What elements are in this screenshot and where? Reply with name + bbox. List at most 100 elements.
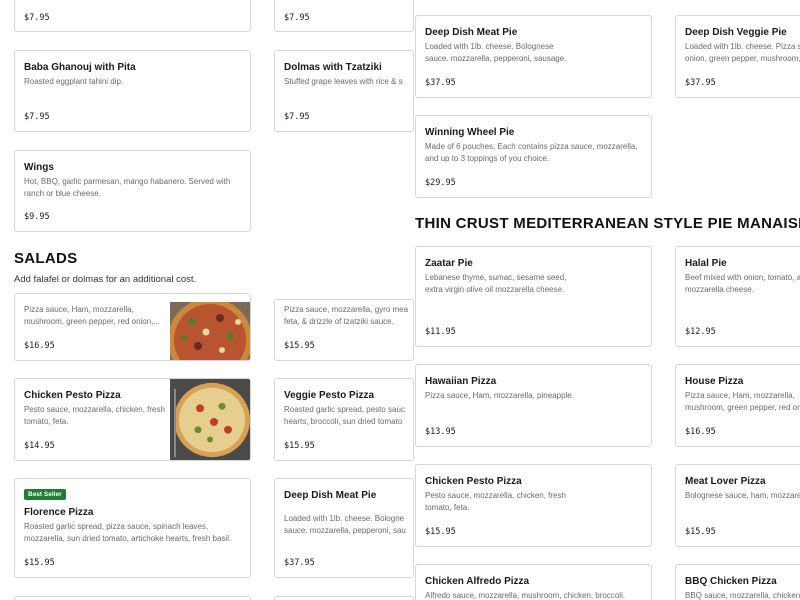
item-price: $37.95 xyxy=(425,78,456,88)
menu-item-card[interactable]: $7.95 xyxy=(14,0,251,32)
item-description: onion, green pepper, mushroom, o xyxy=(685,54,800,63)
menu-item-meat-lover-pizza[interactable]: Meat Lover Pizza Bolognese sauce, ham, m… xyxy=(675,464,800,547)
item-description: ranch or blue cheese. xyxy=(24,189,101,198)
item-price: $15.95 xyxy=(685,527,716,537)
item-description: Loaded with 1lb. cheese. Bologne xyxy=(284,514,405,523)
item-name: Baba Ghanouj with Pita xyxy=(24,62,136,73)
item-description: Hot, BBQ, garlic parmesan, mango habaner… xyxy=(24,177,231,186)
menu-item-house-pizza[interactable]: House Pizza Pizza sauce, Ham, mozzarella… xyxy=(675,364,800,447)
pizza-photo xyxy=(170,302,250,360)
item-description: mushroom, green pepper, red onion,... xyxy=(24,317,161,326)
item-description: mushroom, green pepper, red oni xyxy=(685,403,800,412)
item-name: Meat Lover Pizza xyxy=(685,476,766,487)
item-price: $14.95 xyxy=(24,441,55,451)
menu-item-card[interactable]: $7.95 xyxy=(274,0,414,32)
menu-item-card[interactable] xyxy=(14,596,251,600)
item-name: House Pizza xyxy=(685,376,744,387)
item-description: hearts, broccoli, sun dried tomato xyxy=(284,417,403,426)
item-description: mozzarella, sun dried tomato, artichoke … xyxy=(24,534,232,543)
item-name: Deep Dish Veggie Pie xyxy=(685,27,787,38)
item-description: tomato, feta. xyxy=(425,503,470,512)
item-description: Lebanese thyme, sumac, sesame seed, xyxy=(425,273,567,282)
item-description: Bolognese sauce, ham, mozzarell xyxy=(685,491,800,500)
item-description: Stuffed grape leaves with rice & s xyxy=(284,77,403,86)
section-note: Add falafel or dolmas for an additional … xyxy=(14,274,197,285)
item-description: Pizza sauce, mozzarella, gyro mea xyxy=(284,305,409,314)
item-description: feta, & drizzle of tzatziki sauce. xyxy=(284,317,394,326)
item-description: Pizza sauce, Ham, mozzarella, pineapple. xyxy=(425,391,574,400)
menu-item-deep-dish-veggie-pie[interactable]: Deep Dish Veggie Pie Loaded with 1lb. ch… xyxy=(675,15,800,98)
item-description: Roasted garlic spread, pesto sauc xyxy=(284,405,405,414)
best-seller-badge: Best Seller xyxy=(24,489,66,500)
menu-item-dolmas[interactable]: Dolmas with Tzatziki Stuffed grape leave… xyxy=(274,50,414,132)
section-title-salads: SALADS xyxy=(14,250,78,267)
item-price: $37.95 xyxy=(685,78,716,88)
menu-item-chicken-pesto-pizza[interactable]: Chicken Pesto Pizza Pesto sauce, mozzare… xyxy=(14,378,251,461)
item-description: Roasted eggplant tahini dip. xyxy=(24,77,124,86)
menu-item-house-pizza[interactable]: Pizza sauce, Ham, mozzarella, mushroom, … xyxy=(14,293,251,361)
menu-item-veggie-pesto-pizza[interactable]: Veggie Pesto Pizza Roasted garlic spread… xyxy=(274,378,414,461)
item-description: extra virgin olive oil mozzarella cheese… xyxy=(425,285,565,294)
item-name: Hawaiian Pizza xyxy=(425,376,497,387)
item-name: Veggie Pesto Pizza xyxy=(284,390,375,401)
item-description: mozzarella cheese. xyxy=(685,285,754,294)
item-name: Halal Pie xyxy=(685,258,727,269)
menu-item-gyro-pizza[interactable]: Pizza sauce, mozzarella, gyro mea feta, … xyxy=(274,299,414,361)
item-price: $15.95 xyxy=(24,558,55,568)
item-price: $29.95 xyxy=(425,178,456,188)
item-name: Chicken Pesto Pizza xyxy=(24,390,121,401)
item-description: Pizza sauce, Ham, mozzarella, xyxy=(685,391,795,400)
item-price: $7.95 xyxy=(284,112,310,122)
item-name: Deep Dish Meat Pie xyxy=(425,27,518,38)
item-price: $16.95 xyxy=(685,427,716,437)
item-description: sauce. mozzarella, pepperoni, sausage. xyxy=(425,54,567,63)
menu-item-bbq-chicken-pizza[interactable]: BBQ Chicken Pizza BBQ sauce, mozzarella,… xyxy=(675,564,800,600)
menu-item-chicken-pesto-pizza[interactable]: Chicken Pesto Pizza Pesto sauce, mozzare… xyxy=(415,464,652,547)
item-description: Loaded with 1lb. cheese. Bolognese xyxy=(425,42,554,51)
item-price: $7.95 xyxy=(284,13,310,23)
menu-item-halal-pie[interactable]: Halal Pie Beef mixed with onion, tomato,… xyxy=(675,246,800,347)
item-name: Wings xyxy=(24,162,54,173)
item-description: sauce. mozzarella, pepperoni, sau xyxy=(284,526,406,535)
item-name: Chicken Pesto Pizza xyxy=(425,476,522,487)
item-description: Pizza sauce, Ham, mozzarella, xyxy=(24,305,134,314)
item-price: $7.95 xyxy=(24,112,50,122)
item-name: Deep Dish Meat Pie xyxy=(284,490,377,501)
item-name: Dolmas with Tzatziki xyxy=(284,62,382,73)
item-description: Loaded with 1lb. cheese. Pizza sau xyxy=(685,42,800,51)
menu-item-zaatar-pie[interactable]: Zaatar Pie Lebanese thyme, sumac, sesame… xyxy=(415,246,652,347)
pizza-photo xyxy=(170,379,250,460)
item-description: tomato, feta. xyxy=(24,417,69,426)
item-price: $15.95 xyxy=(284,341,315,351)
item-name: Chicken Alfredo Pizza xyxy=(425,576,530,587)
item-price: $13.95 xyxy=(425,427,456,437)
item-description: Roasted garlic spread, pizza sauce, spin… xyxy=(24,522,209,531)
item-description: Beef mixed with onion, tomato, an xyxy=(685,273,800,282)
item-description: Alfredo sauce, mozzarella, mushroom, chi… xyxy=(425,591,626,600)
item-price: $9.95 xyxy=(24,212,50,222)
menu-item-chicken-alfredo-pizza[interactable]: Chicken Alfredo Pizza Alfredo sauce, moz… xyxy=(415,564,652,600)
menu-item-card[interactable] xyxy=(274,596,414,600)
item-description: Pesto sauce, mozzarella, chicken, fresh xyxy=(425,491,566,500)
menu-item-deep-dish-meat-pie[interactable]: Deep Dish Meat Pie Loaded with 1lb. chee… xyxy=(415,15,652,98)
item-price: $7.95 xyxy=(24,13,50,23)
item-name: Zaatar Pie xyxy=(425,258,473,269)
item-price: $37.95 xyxy=(284,558,315,568)
item-description: BBQ sauce, mozzarella, chicken, xyxy=(685,591,800,600)
item-name: Florence Pizza xyxy=(24,507,94,518)
item-price: $16.95 xyxy=(24,341,55,351)
menu-item-baba-ghanouj[interactable]: Baba Ghanouj with Pita Roasted eggplant … xyxy=(14,50,251,132)
item-price: $11.95 xyxy=(425,327,456,337)
item-price: $12.95 xyxy=(685,327,716,337)
menu-item-florence-pizza[interactable]: Best Seller Florence Pizza Roasted garli… xyxy=(14,478,251,578)
section-title-thin-crust: THIN CRUST MEDITERRANEAN STYLE PIE MANAI… xyxy=(415,215,800,232)
item-price: $15.95 xyxy=(425,527,456,537)
menu-page: $7.95 $7.95 Baba Ghanouj with Pita Roast… xyxy=(0,0,800,600)
menu-item-deep-dish-meat-pie[interactable]: Deep Dish Meat Pie Loaded with 1lb. chee… xyxy=(274,478,414,578)
menu-item-hawaiian-pizza[interactable]: Hawaiian Pizza Pizza sauce, Ham, mozzare… xyxy=(415,364,652,447)
item-description: Made of 6 pouches; Each contains pizza s… xyxy=(425,142,638,151)
item-name: BBQ Chicken Pizza xyxy=(685,576,777,587)
item-description: and up to 3 toppings of you choice. xyxy=(425,154,550,163)
menu-item-winning-wheel-pie[interactable]: Winning Wheel Pie Made of 6 pouches; Eac… xyxy=(415,115,652,198)
menu-item-wings[interactable]: Wings Hot, BBQ, garlic parmesan, mango h… xyxy=(14,150,251,232)
